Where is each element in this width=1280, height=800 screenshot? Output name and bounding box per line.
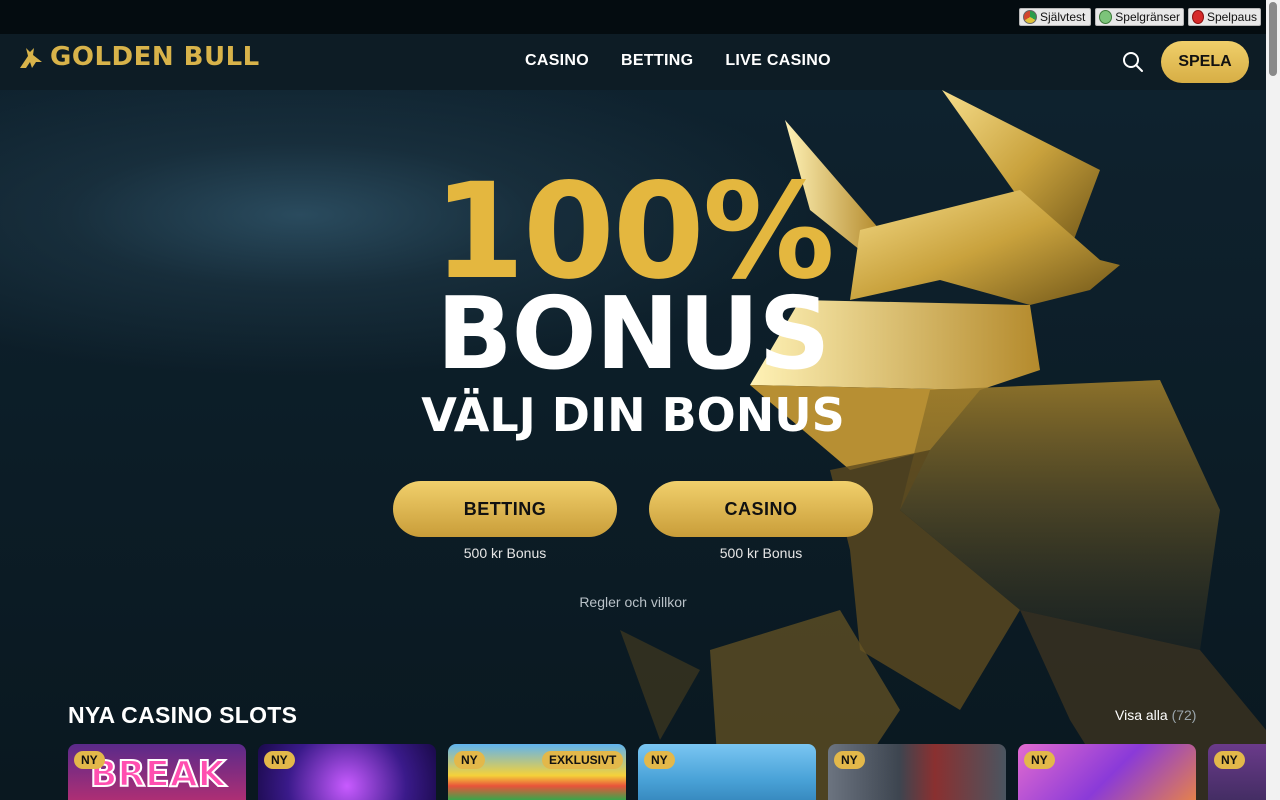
terms-label[interactable]: Regler och villkor bbox=[579, 594, 686, 610]
play-button[interactable]: SPELA bbox=[1161, 41, 1249, 83]
new-badge: NY bbox=[834, 751, 865, 769]
new-badge: NY bbox=[454, 751, 485, 769]
site-header: GOLDEN BULL CASINO BETTING LIVE CASINO S… bbox=[0, 34, 1266, 90]
slot-art-text: BREAK bbox=[89, 753, 227, 796]
responsible-gaming-bar: Självtest Spelgränser Spelpaus bbox=[0, 0, 1266, 34]
slot-tile[interactable]: NY bbox=[638, 744, 816, 800]
slot-tile[interactable]: NY EXKLUSIVT bbox=[448, 744, 626, 800]
nav-casino[interactable]: CASINO bbox=[525, 52, 589, 70]
exclusive-badge: EXKLUSIVT bbox=[542, 751, 624, 769]
new-badge: NY bbox=[264, 751, 295, 769]
terms-link[interactable]: Regler och villkor bbox=[0, 594, 1266, 610]
view-all-link[interactable]: Visa alla (72) bbox=[1115, 707, 1196, 723]
casino-bonus-button[interactable]: CASINO bbox=[649, 481, 873, 537]
slot-tile[interactable]: NY bbox=[828, 744, 1006, 800]
main-nav: CASINO BETTING LIVE CASINO bbox=[525, 52, 831, 70]
limits-link[interactable]: Spelgränser bbox=[1095, 8, 1184, 26]
bull-logo-icon bbox=[20, 48, 42, 68]
logo-text: GOLDEN BULL bbox=[50, 42, 260, 72]
new-badge: NY bbox=[1024, 751, 1055, 769]
scrollbar-thumb[interactable] bbox=[1269, 2, 1277, 76]
page: Självtest Spelgränser Spelpaus GOLDEN BU… bbox=[0, 0, 1280, 800]
nav-live-casino[interactable]: LIVE CASINO bbox=[725, 52, 831, 70]
gauge-icon bbox=[1023, 10, 1037, 24]
slot-tile[interactable]: NY bbox=[1018, 744, 1196, 800]
self-test-label: Självtest bbox=[1040, 10, 1086, 24]
view-all-label[interactable]: Visa alla bbox=[1115, 707, 1168, 723]
view-all-count: (72) bbox=[1171, 707, 1197, 723]
slot-tile[interactable]: BREAK NY bbox=[68, 744, 246, 800]
golden-bull-logo[interactable]: GOLDEN BULL bbox=[16, 42, 260, 72]
hero-subheadline: VÄLJ DIN BONUS bbox=[421, 388, 845, 442]
self-test-link[interactable]: Självtest bbox=[1019, 8, 1091, 26]
new-slots-title: NYA CASINO SLOTS bbox=[68, 702, 298, 728]
new-badge: NY bbox=[644, 751, 675, 769]
pause-icon bbox=[1192, 10, 1204, 24]
limits-icon bbox=[1099, 10, 1113, 24]
casino-bonus-amount: 500 kr Bonus bbox=[719, 545, 803, 561]
search-icon[interactable] bbox=[1122, 51, 1144, 73]
hero-bonus: BONUS bbox=[436, 275, 830, 392]
pause-label: Spelpaus bbox=[1206, 10, 1257, 24]
slot-tile[interactable]: NY bbox=[1208, 744, 1266, 800]
new-badge: NY bbox=[74, 751, 105, 769]
nav-betting[interactable]: BETTING bbox=[621, 52, 693, 70]
new-badge: NY bbox=[1214, 751, 1245, 769]
slot-tile[interactable]: NY bbox=[258, 744, 436, 800]
betting-bonus-amount: 500 kr Bonus bbox=[463, 545, 547, 561]
pause-link[interactable]: Spelpaus bbox=[1188, 8, 1261, 26]
page-scrollbar[interactable] bbox=[1266, 0, 1280, 800]
betting-bonus-button[interactable]: BETTING bbox=[393, 481, 617, 537]
limits-label: Spelgränser bbox=[1115, 10, 1180, 24]
